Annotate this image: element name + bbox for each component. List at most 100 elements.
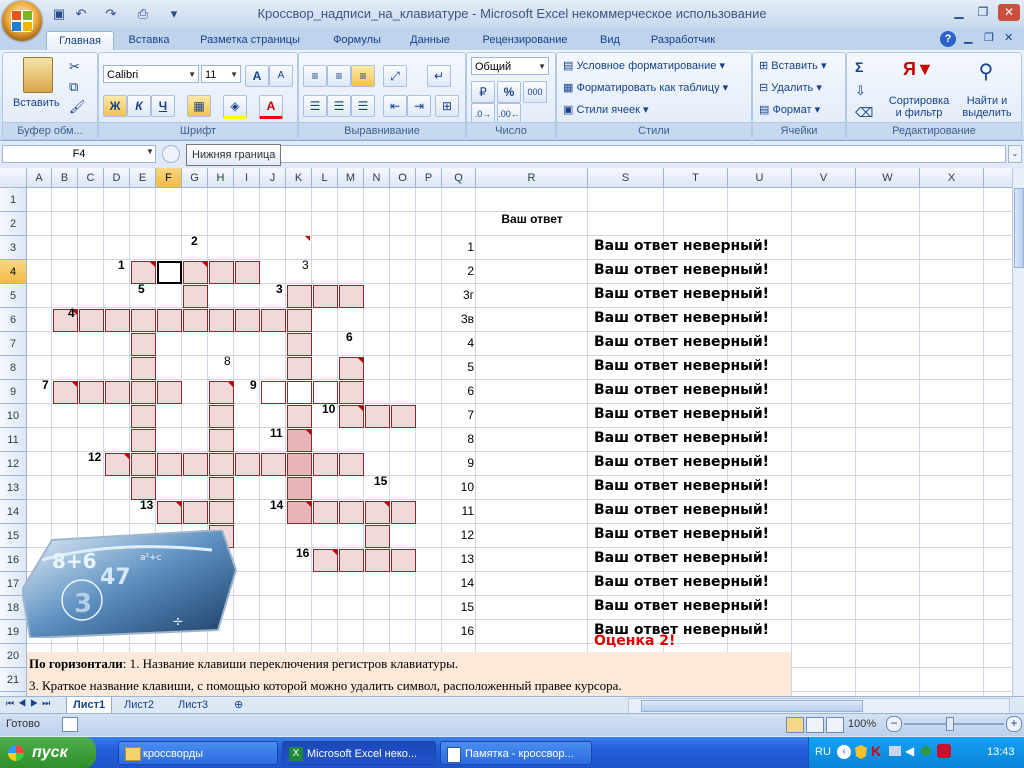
column-header[interactable]: S (588, 168, 664, 188)
row-header[interactable]: 9 (0, 380, 27, 404)
crossword-cell[interactable] (391, 549, 416, 572)
crossword-cell[interactable] (287, 309, 312, 332)
crossword-cell[interactable] (261, 453, 286, 476)
crossword-cell[interactable] (287, 357, 312, 380)
tab-data[interactable]: Данные (400, 31, 460, 50)
row-header[interactable]: 20 (0, 644, 27, 668)
crossword-cell[interactable] (105, 453, 130, 476)
taskbar-item-word[interactable]: Памятка - кроссвор... (440, 741, 592, 765)
column-header[interactable]: E (130, 168, 156, 188)
zoom-level[interactable]: 100% (848, 718, 876, 730)
ribbon-restore-icon[interactable]: ❐ (984, 31, 994, 44)
formula-cancel-icon[interactable] (162, 145, 180, 163)
crossword-cell[interactable] (313, 381, 338, 404)
crossword-cell[interactable] (183, 453, 208, 476)
zoom-slider-thumb[interactable] (946, 717, 954, 731)
sheet-tab-2[interactable]: Лист2 (118, 697, 160, 713)
antivirus-icon[interactable]: K (871, 743, 881, 759)
currency-icon[interactable]: ₽ (471, 81, 495, 103)
start-button[interactable]: пуск (0, 737, 96, 768)
formula-input[interactable] (188, 145, 1006, 163)
name-box[interactable]: F4 (2, 145, 156, 163)
crossword-cell[interactable] (131, 405, 156, 428)
crossword-cell[interactable] (339, 453, 364, 476)
minimize-icon[interactable]: ▁ (948, 4, 970, 21)
shrink-font-button[interactable]: A (269, 65, 293, 87)
crossword-cell[interactable] (235, 261, 260, 284)
wrap-text-icon[interactable]: ↵ (427, 65, 451, 87)
row-header[interactable]: 13 (0, 476, 27, 500)
crossword-cell[interactable] (235, 309, 260, 332)
crossword-cell[interactable] (131, 309, 156, 332)
insert-cells-button[interactable]: ⊞ Вставить ▾ (759, 59, 827, 72)
row-header[interactable]: 12 (0, 452, 27, 476)
grow-font-button[interactable]: A (245, 65, 269, 87)
network-icon[interactable] (889, 746, 901, 756)
sort-filter-button[interactable]: Сортировка и фильтр (887, 95, 951, 119)
crossword-cell[interactable] (157, 453, 182, 476)
thousands-button[interactable]: 000 (523, 81, 547, 103)
chevron-left-icon[interactable]: ‹ (837, 745, 851, 759)
font-color-icon[interactable]: A (259, 95, 283, 119)
crossword-cell[interactable] (131, 429, 156, 452)
row-header[interactable]: 3 (0, 236, 27, 260)
row-header[interactable]: 1 (0, 188, 27, 212)
italic-button[interactable]: К (127, 95, 151, 117)
column-header[interactable]: V (792, 168, 856, 188)
scroll-thumb[interactable] (641, 700, 863, 712)
crossword-cell[interactable] (287, 405, 312, 428)
crossword-cell[interactable] (209, 429, 234, 452)
crossword-cell[interactable] (365, 549, 390, 572)
cut-icon[interactable]: ✂ (69, 59, 80, 75)
row-header[interactable]: 8 (0, 356, 27, 380)
sort-filter-icon[interactable]: Я▼ (903, 59, 934, 89)
office-button[interactable] (2, 1, 42, 41)
crossword-cell[interactable] (209, 405, 234, 428)
column-header[interactable]: I (234, 168, 260, 188)
crossword-cell-selected[interactable] (157, 261, 182, 284)
column-header[interactable]: A (27, 168, 52, 188)
crossword-cell[interactable] (287, 333, 312, 356)
font-name-combo[interactable]: Calibri ▼ (103, 65, 199, 83)
crossword-cell[interactable] (209, 261, 234, 284)
crossword-cell[interactable] (183, 309, 208, 332)
fill-icon[interactable]: ⇩ (855, 83, 866, 99)
row-header[interactable]: 2 (0, 212, 27, 236)
paste-icon[interactable] (23, 57, 53, 93)
crossword-cell[interactable] (183, 261, 208, 284)
crossword-cell[interactable] (105, 381, 130, 404)
align-center-icon[interactable]: ☰ (327, 95, 351, 117)
crossword-cell[interactable] (209, 453, 234, 476)
crossword-cell[interactable] (157, 501, 182, 524)
crossword-cell[interactable] (287, 477, 312, 500)
crossword-cell[interactable] (105, 309, 130, 332)
insert-sheet-icon[interactable]: ⊕ (228, 697, 249, 713)
tab-page-layout[interactable]: Разметка страницы (188, 31, 312, 50)
close-icon[interactable]: ✕ (998, 4, 1020, 21)
crossword-cell[interactable] (313, 453, 338, 476)
crossword-cell[interactable] (287, 453, 312, 476)
column-header[interactable]: O (390, 168, 416, 188)
worksheet[interactable]: ABCDEFGHIJKLMNOPQRSTUVWXY 12345678910111… (0, 168, 1012, 696)
find-select-button[interactable]: Найти и выделить (955, 95, 1019, 119)
crossword-cell[interactable] (209, 381, 234, 404)
align-middle-icon[interactable]: ≡ (327, 65, 351, 87)
format-cells-button[interactable]: ▤ Формат ▾ (759, 103, 820, 116)
page-layout-view-icon[interactable] (806, 717, 824, 733)
crossword-cell[interactable] (339, 381, 364, 404)
column-header[interactable]: X (920, 168, 984, 188)
column-header[interactable]: U (728, 168, 792, 188)
horizontal-scrollbar[interactable] (628, 698, 1010, 714)
crossword-cell[interactable] (209, 501, 234, 524)
crossword-cell[interactable] (79, 309, 104, 332)
macro-record-icon[interactable] (62, 717, 78, 732)
crossword-cell[interactable] (131, 477, 156, 500)
crossword-cell[interactable] (365, 405, 390, 428)
zoom-out-icon[interactable]: − (886, 716, 902, 732)
crossword-cell[interactable] (287, 429, 312, 452)
normal-view-icon[interactable] (786, 717, 804, 733)
sheet-nav-arrows-icon[interactable]: ⏮◀▶⏭ (6, 698, 54, 709)
taskbar-item-folder[interactable]: кроссворды (118, 741, 278, 765)
ribbon-close-icon[interactable]: ✕ (1004, 31, 1013, 44)
crossword-cell[interactable] (287, 381, 312, 404)
